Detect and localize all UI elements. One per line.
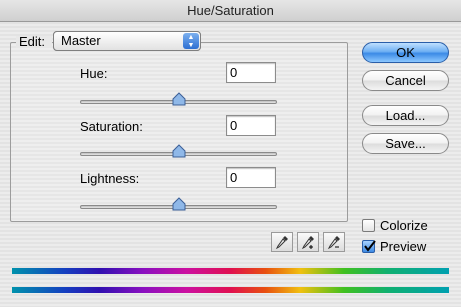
lightness-slider-thumb[interactable] [172,197,186,211]
preview-checkbox[interactable] [362,240,376,253]
window-title: Hue/Saturation [0,0,461,22]
cancel-button[interactable]: Cancel [362,70,449,91]
eyedropper-icon [275,236,288,250]
hue-label: Hue: [80,66,108,81]
preview-label: Preview [380,239,427,254]
adjustment-group [10,42,348,222]
save-button[interactable]: Save... [362,133,449,154]
colorize-label: Colorize [380,218,428,233]
eyedropper-plus-icon [301,236,314,250]
edit-label-front: Edit: [19,34,46,49]
eyedropper-add-button[interactable] [297,232,319,252]
hue-slider-thumb[interactable] [172,92,186,106]
colorize-checkbox[interactable] [362,219,375,232]
ok-button[interactable]: OK [362,42,449,63]
saturation-slider-thumb[interactable] [172,144,186,158]
eyedropper-subtract-button[interactable] [323,232,345,252]
hue-input[interactable]: 0 [226,62,276,83]
load-button[interactable]: Load... [362,105,449,126]
eyedropper-button[interactable] [271,232,293,252]
lightness-input[interactable]: 0 [226,167,276,188]
saturation-label: Saturation: [80,119,143,134]
output-color-spectrum [12,287,449,293]
select-arrows-icon: ▲▼ [183,33,199,49]
edit-channel-value-front: Master [61,33,101,48]
eyedropper-minus-icon [327,236,340,250]
saturation-input[interactable]: 0 [226,115,276,136]
lightness-label: Lightness: [80,171,140,186]
input-color-spectrum [12,268,449,274]
checkmark-icon [364,240,376,252]
edit-channel-select-front[interactable]: Master ▲ ▼ [53,31,201,51]
